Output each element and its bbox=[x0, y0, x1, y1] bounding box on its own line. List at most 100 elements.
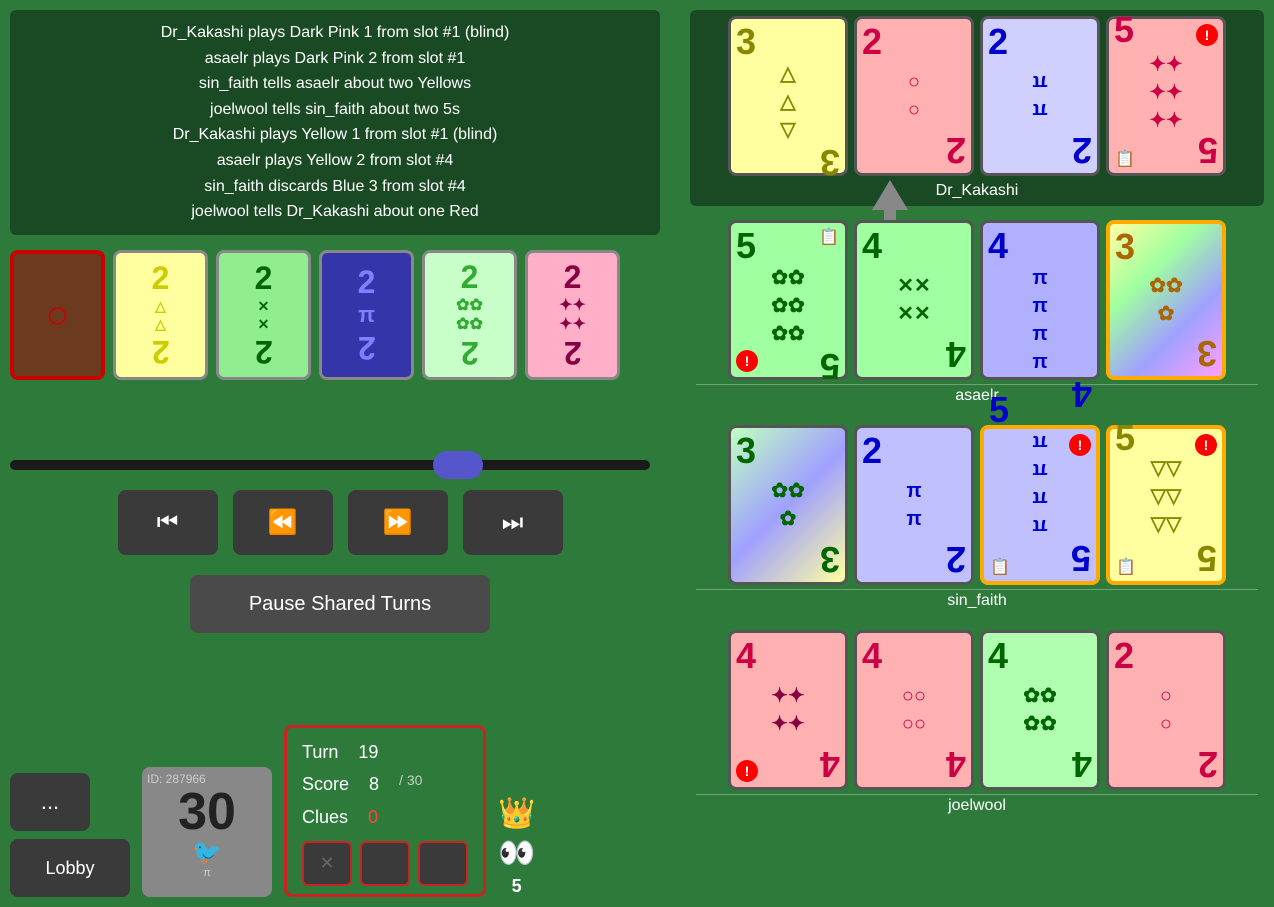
card-num-bot: 3 bbox=[1197, 335, 1217, 371]
lobby-button[interactable]: Lobby bbox=[10, 839, 130, 897]
dk-card-1[interactable]: 3 △△▽ 3 bbox=[728, 16, 848, 176]
joelwool-hand: 4 ✦✦✦✦ 4 ! 4 ○○○○ 4 4 ✿✿✿✿ 4 2 ○○ 2 bbox=[696, 630, 1258, 790]
card-num-top: 4 bbox=[988, 638, 1008, 674]
dr-kakashi-section: 3 △△▽ 3 2 ○○ 2 2 ππ 2 5 📋 ✦✦✦✦✦✦ 5 bbox=[690, 10, 1264, 206]
clues-row: Clues 0 bbox=[302, 801, 468, 833]
card-num-top: 2 bbox=[862, 433, 882, 469]
card-num-bot: 2 bbox=[988, 24, 1008, 60]
hand-card-5[interactable]: 2 ✿✿✿✿ 2 bbox=[422, 250, 517, 380]
skip-to-start-button[interactable]: ⏮ bbox=[118, 490, 218, 555]
clues-value: 0 bbox=[368, 801, 378, 833]
card-num-top: 4 bbox=[862, 228, 882, 264]
sf-card-2[interactable]: 2 ππ 2 bbox=[854, 425, 974, 585]
clues-label: Clues bbox=[302, 801, 348, 833]
error-badge: ! bbox=[1196, 24, 1218, 46]
card-syms: △△▽ bbox=[780, 60, 795, 144]
card-syms: ππππ bbox=[1032, 428, 1047, 540]
card-syms: ✿✿✿✿✿✿ bbox=[771, 264, 805, 348]
card-num-bot: 5 bbox=[1114, 12, 1134, 48]
card-num-bot: 4 bbox=[1072, 376, 1092, 412]
bottom-left: ... Lobby ID: 287966 30 🐦 π Turn 19 Scor… bbox=[10, 725, 535, 897]
dk-card-4[interactable]: 5 📋 ✦✦✦✦✦✦ 5 ! bbox=[1106, 16, 1226, 176]
hand-card-6[interactable]: 2 ✦✦✦✦ 2 bbox=[525, 250, 620, 380]
card-num-bot: 2 bbox=[862, 24, 882, 60]
hand-card-2[interactable]: 2 △△ 2 bbox=[113, 250, 208, 380]
pause-shared-turns-button[interactable]: Pause Shared Turns bbox=[190, 575, 490, 633]
game-log: Dr_Kakashi plays Dark Pink 1 from slot #… bbox=[10, 10, 660, 235]
rewind-button[interactable]: ⏪ bbox=[233, 490, 333, 555]
card-syms: ✦✦✦✦ bbox=[771, 682, 805, 738]
score-row: Score 8 / 30 bbox=[302, 768, 468, 800]
life-tokens: 👑 👀 5 bbox=[498, 796, 535, 897]
asl-card-3[interactable]: 4 ππππ 4 bbox=[980, 220, 1100, 380]
card-syms: ○○○○ bbox=[902, 682, 926, 738]
card-num-top: 5 bbox=[1198, 132, 1218, 168]
skip-to-end-button[interactable]: ⏭ bbox=[463, 490, 563, 555]
card-num-bot: 2 bbox=[1114, 638, 1134, 674]
token-x-button[interactable]: ✕ bbox=[302, 841, 352, 886]
asl-card-2[interactable]: 4 ✕✕✕✕ 4 bbox=[854, 220, 974, 380]
token-blank-2[interactable] bbox=[418, 841, 468, 886]
card-syms: ππππ bbox=[1032, 264, 1047, 376]
card-syms: ππ bbox=[906, 477, 921, 533]
card-syms: ✿✿✿ bbox=[771, 477, 805, 533]
card-top: 2 bbox=[461, 259, 479, 296]
error-badge: ! bbox=[736, 760, 758, 782]
asaelr-hand: 📋 5 ✿✿✿✿✿✿ 5 ! 4 ✕✕✕✕ 4 4 ππππ 4 3 ✿✿✿ bbox=[696, 220, 1258, 380]
sin-faith-section: 3 ✿✿✿ 3 2 ππ 2 📋 5 ππππ 5 ! 📋 5 bbox=[690, 419, 1264, 616]
card-num-bot: 5 bbox=[1115, 420, 1135, 456]
card-mid: ✕✕ bbox=[258, 297, 270, 333]
error-badge: ! bbox=[736, 350, 758, 372]
jw-card-1[interactable]: 4 ✦✦✦✦ 4 ! bbox=[728, 630, 848, 790]
dr-kakashi-hand: 3 △△▽ 3 2 ○○ 2 2 ππ 2 5 📋 ✦✦✦✦✦✦ 5 bbox=[696, 16, 1258, 176]
card-top: 2 bbox=[152, 260, 170, 297]
jw-card-3[interactable]: 4 ✿✿✿✿ 4 bbox=[980, 630, 1100, 790]
card-top: 2 bbox=[564, 259, 582, 296]
log-line-4: joelwool tells sin_faith about two 5s bbox=[25, 97, 645, 123]
player-hand: ○ 2 △△ 2 2 ✕✕ 2 2 π 2 2 ✿✿✿✿ 2 2 ✦✦✦✦ bbox=[10, 250, 620, 380]
fast-forward-button[interactable]: ⏩ bbox=[348, 490, 448, 555]
card-mid: ✿✿✿✿ bbox=[456, 296, 483, 334]
token-blank-1[interactable] bbox=[360, 841, 410, 886]
arrow-icon bbox=[872, 180, 908, 210]
card-syms: ✕✕✕✕ bbox=[897, 272, 931, 328]
hand-card-4[interactable]: 2 π 2 bbox=[319, 250, 414, 380]
card-num-top: 2 bbox=[946, 132, 966, 168]
card-mid: π bbox=[358, 301, 375, 330]
card-top: 2 bbox=[358, 264, 376, 301]
card-num-bot: 3 bbox=[820, 541, 840, 577]
token-buttons: ✕ bbox=[302, 841, 468, 886]
turn-label: Turn bbox=[302, 736, 338, 768]
dk-card-2[interactable]: 2 ○○ 2 bbox=[854, 16, 974, 176]
right-panel: 3 △△▽ 3 2 ○○ 2 2 ππ 2 5 📋 ✦✦✦✦✦✦ 5 bbox=[680, 0, 1274, 907]
sf-card-3[interactable]: 📋 5 ππππ 5 ! bbox=[980, 425, 1100, 585]
asaelr-label: asaelr bbox=[696, 384, 1258, 405]
sin-faith-label: sin_faith bbox=[696, 589, 1258, 610]
log-line-1: Dr_Kakashi plays Dark Pink 1 from slot #… bbox=[25, 20, 645, 46]
log-line-6: asaelr plays Yellow 2 from slot #4 bbox=[25, 148, 645, 174]
card-num-top: 3 bbox=[736, 24, 756, 60]
log-line-7: sin_faith discards Blue 3 from slot #4 bbox=[25, 174, 645, 200]
asl-card-4[interactable]: 3 ✿✿✿ 3 bbox=[1106, 220, 1226, 380]
card-mid: △△ bbox=[155, 297, 166, 333]
hand-card-3[interactable]: 2 ✕✕ 2 bbox=[216, 250, 311, 380]
controls-area: ⏮ ⏪ ⏩ ⏭ Pause Shared Turns bbox=[10, 460, 670, 633]
card-bot: 2 bbox=[255, 333, 273, 370]
error-badge: ! bbox=[1069, 434, 1091, 456]
hand-card-1[interactable]: ○ bbox=[10, 250, 105, 380]
card-num-top: 3 bbox=[1115, 229, 1135, 265]
jw-card-2[interactable]: 4 ○○○○ 4 bbox=[854, 630, 974, 790]
card-num-top: 5 bbox=[736, 228, 756, 264]
card-num-top: 2 bbox=[1198, 746, 1218, 782]
sf-card-1[interactable]: 3 ✿✿✿ 3 bbox=[728, 425, 848, 585]
chat-button[interactable]: ... bbox=[10, 773, 90, 831]
asl-card-1[interactable]: 📋 5 ✿✿✿✿✿✿ 5 ! bbox=[728, 220, 848, 380]
replay-slider-thumb[interactable] bbox=[433, 451, 483, 479]
turn-value: 19 bbox=[358, 736, 378, 768]
action-buttons: ... Lobby bbox=[10, 773, 130, 897]
jw-card-4[interactable]: 2 ○○ 2 bbox=[1106, 630, 1226, 790]
replay-slider-track[interactable] bbox=[10, 460, 650, 470]
sf-card-4[interactable]: 📋 5 △△△△△△ 5 ! bbox=[1106, 425, 1226, 585]
dk-card-3[interactable]: 2 ππ 2 bbox=[980, 16, 1100, 176]
control-buttons: ⏮ ⏪ ⏩ ⏭ bbox=[10, 490, 670, 555]
